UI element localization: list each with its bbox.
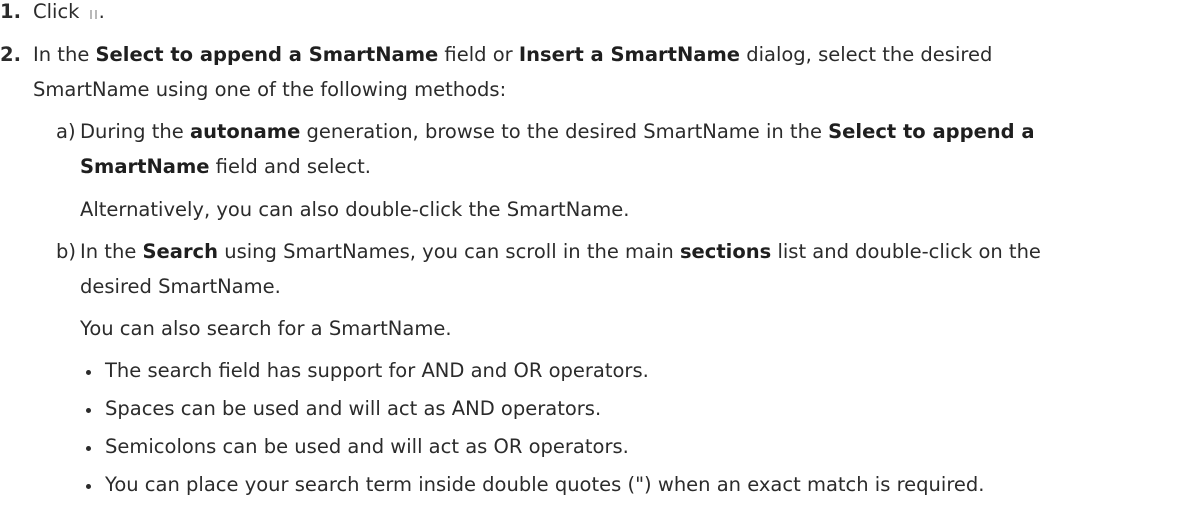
text: In the — [33, 43, 96, 66]
ui-term: sections — [679, 240, 772, 263]
bullet-dot — [86, 484, 91, 489]
document: 1. Click . 2. In the Select to append a … — [0, 0, 1196, 514]
text: field or — [438, 43, 519, 66]
bullet-text: You can place your search term inside do… — [105, 473, 985, 496]
text: list and double-click on the — [771, 240, 1041, 263]
ui-term: autoname — [189, 120, 301, 143]
bullet-text: Spaces can be used and will act as AND o… — [105, 397, 602, 420]
ui-field-name: Select to append a — [828, 120, 1035, 143]
smartname-picker-icon[interactable] — [89, 10, 99, 19]
ui-field-name: SmartName — [80, 155, 210, 178]
step-number: 2. — [0, 43, 21, 66]
method-a-note: Alternatively, you can also double-click… — [80, 198, 630, 221]
bullet-text: Semicolons can be used and will act as O… — [105, 435, 629, 458]
step-text-before: Click — [33, 0, 86, 23]
text: In the — [80, 240, 143, 263]
bullet-text: The search field has support for AND and… — [105, 359, 649, 382]
bullet-dot — [86, 408, 91, 413]
method-text-line-1: During the autoname generation, browse t… — [80, 120, 1035, 144]
ui-term: Search — [142, 240, 219, 263]
method-text-line-1: In the Search using SmartNames, you can … — [80, 240, 1041, 264]
step-text-line-2: SmartName using one of the following met… — [33, 78, 507, 101]
method-label: b) — [56, 240, 76, 263]
text: dialog, select the desired — [740, 43, 993, 66]
bullet-dot — [86, 370, 91, 375]
step-text-line-1: In the Select to append a SmartName fiel… — [33, 43, 992, 67]
step-text: Click . — [33, 0, 105, 24]
ui-field-name: Select to append a SmartName — [95, 43, 439, 66]
text: field and select. — [209, 155, 371, 178]
step-text-after: . — [98, 0, 105, 23]
method-b-note: You can also search for a SmartName. — [80, 317, 452, 340]
text: using SmartNames, you can scroll in the … — [218, 240, 680, 263]
ui-dialog-name: Insert a SmartName — [518, 43, 740, 66]
text: generation, browse to the desired SmartN… — [300, 120, 829, 143]
text: During the — [80, 120, 190, 143]
method-text-line-2: desired SmartName. — [80, 275, 281, 298]
method-label: a) — [56, 120, 76, 143]
step-number: 1. — [0, 0, 21, 23]
bullet-dot — [86, 446, 91, 451]
method-text-line-2: SmartName field and select. — [80, 155, 371, 179]
